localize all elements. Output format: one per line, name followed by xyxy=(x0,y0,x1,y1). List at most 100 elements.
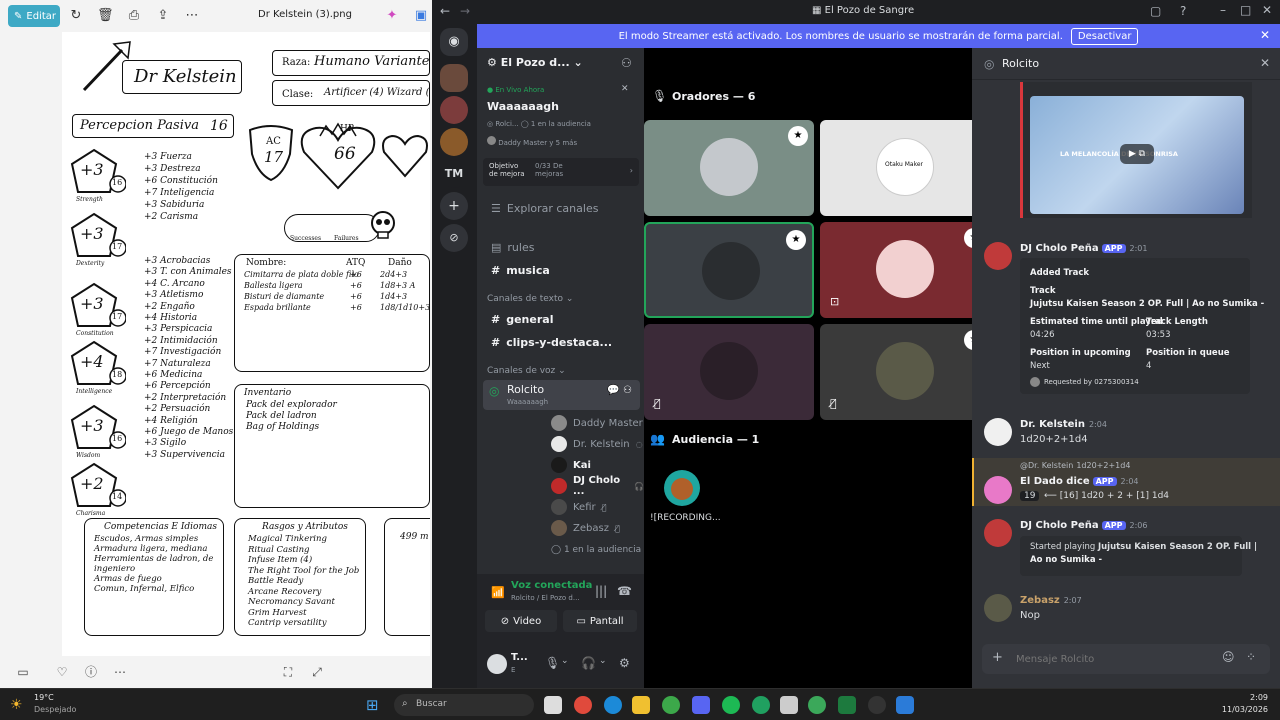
message-author[interactable]: DJ Cholo Peña APP 2:01 xyxy=(1020,243,1147,254)
boost-goal[interactable]: Objetivo de mejora 0/33 De mejoras › xyxy=(483,158,639,186)
speaker-tile[interactable]: ★ xyxy=(644,120,814,216)
speaker-tile[interactable]: ★ 🎙̸ xyxy=(820,324,990,420)
apps-icon[interactable]: ⁘ xyxy=(1246,650,1256,664)
disable-streamer-button[interactable]: Desactivar xyxy=(1070,27,1139,45)
add-server-icon[interactable]: + xyxy=(440,192,468,220)
server-tm[interactable]: TM xyxy=(440,160,468,188)
noise-suppression-icon[interactable]: ||| xyxy=(595,584,607,598)
excel-icon[interactable] xyxy=(838,696,856,714)
share-icon[interactable]: ⇪ xyxy=(155,8,171,24)
close-window-icon[interactable]: ✕ xyxy=(1262,3,1272,17)
notepad-icon[interactable] xyxy=(780,696,798,714)
microphone-icon[interactable]: 🎙 xyxy=(545,656,560,670)
invite-people-icon[interactable]: ⚇ xyxy=(621,56,632,70)
clock-date[interactable]: 11/03/2026 xyxy=(1216,705,1268,714)
minimize-icon[interactable]: – xyxy=(1220,3,1226,17)
voice-user[interactable]: Daddy Master xyxy=(551,413,643,433)
photos-icon[interactable] xyxy=(896,696,914,714)
user-avatar[interactable] xyxy=(984,594,1012,622)
speaker-tile[interactable]: 🎙̸ xyxy=(644,324,814,420)
more-options-icon[interactable]: ⋯ xyxy=(112,664,128,680)
clock-time[interactable]: 2:09 xyxy=(1220,693,1268,702)
app-icon-green-3[interactable] xyxy=(808,696,826,714)
voice-category[interactable]: Canales de voz ⌄ xyxy=(487,366,566,376)
text-category[interactable]: Canales de texto ⌄ xyxy=(487,294,573,304)
server-el-pozo[interactable] xyxy=(440,64,468,92)
video-button[interactable]: ⊘ Video xyxy=(485,610,557,632)
channel-clips[interactable]: # clips-y-destaca... xyxy=(483,331,640,353)
message-author[interactable]: El Dado dice APP 2:04 xyxy=(1020,476,1139,487)
audience-avatar[interactable] xyxy=(664,470,700,506)
message-author[interactable]: Dr. Kelstein 2:04 xyxy=(1020,419,1107,430)
server-icon-3[interactable] xyxy=(440,128,468,156)
help-icon[interactable]: ? xyxy=(1180,4,1186,18)
close-banner-icon[interactable]: ✕ xyxy=(1260,28,1270,42)
copilot-icon[interactable]: ✦ xyxy=(384,8,400,24)
forward-arrow-icon[interactable]: → xyxy=(460,4,470,18)
discord-taskbar-icon[interactable] xyxy=(692,696,710,714)
delete-icon[interactable]: 🗑 xyxy=(97,8,114,24)
add-member-icon[interactable]: ⚇ xyxy=(623,385,632,396)
close-chat-icon[interactable]: ✕ xyxy=(1260,56,1270,70)
rotate-icon[interactable]: ↻ xyxy=(68,8,84,24)
disconnect-icon[interactable]: ☎ xyxy=(617,584,632,598)
channel-rules[interactable]: ▤ rules xyxy=(483,236,640,258)
filmstrip-icon[interactable]: ▭ xyxy=(15,664,31,680)
back-arrow-icon[interactable]: ← xyxy=(440,4,450,18)
screen-share-button[interactable]: ▭ Pantall xyxy=(563,610,637,632)
message-input[interactable] xyxy=(1016,650,1206,668)
headphones-icon[interactable]: 🎧 xyxy=(581,656,596,670)
voice-user[interactable]: Kai xyxy=(551,455,591,475)
chrome-icon[interactable] xyxy=(574,696,592,714)
message-author[interactable]: Zebasz 2:07 xyxy=(1020,595,1082,606)
obs-icon[interactable] xyxy=(868,696,886,714)
favorite-icon[interactable]: ♡ xyxy=(54,664,70,680)
explore-icon[interactable]: ⊘ xyxy=(440,224,468,252)
channel-musica[interactable]: # musica xyxy=(483,259,640,281)
settings-icon[interactable]: ⚙ xyxy=(619,656,630,670)
play-icon[interactable]: ▶ ⧉ xyxy=(1120,144,1154,164)
edit-button[interactable]: ✎ Editar xyxy=(8,5,60,27)
start-icon[interactable]: ⊞ xyxy=(366,696,379,714)
maximize-icon[interactable]: □ xyxy=(1240,3,1251,17)
server-header[interactable]: ⚙ El Pozo d... ⌄ xyxy=(487,56,583,69)
bot-avatar[interactable] xyxy=(984,242,1012,270)
channel-general[interactable]: # general xyxy=(483,308,640,330)
voice-user[interactable]: Dr. Kelstein ◌ xyxy=(551,434,643,454)
add-attachment-icon[interactable]: + xyxy=(992,650,1003,665)
bot-avatar[interactable] xyxy=(984,476,1012,504)
inbox-icon[interactable]: ▢ xyxy=(1150,4,1161,18)
user-avatar[interactable] xyxy=(984,418,1012,446)
fullscreen-icon[interactable]: ⤢ xyxy=(309,664,325,680)
discord-home-icon[interactable]: ◉ xyxy=(440,28,468,56)
voice-user[interactable]: DJ Cholo ... 🎧 xyxy=(551,475,644,497)
emoji-icon[interactable]: ☺ xyxy=(1222,650,1235,664)
live-title[interactable]: Waaaaaagh xyxy=(487,100,559,113)
voice-user[interactable]: Zebasz 🎙̸ xyxy=(551,518,620,538)
video-thumbnail[interactable]: LA MELANCOLÍA DE TU SONRISA ▶ ⧉ xyxy=(1030,96,1244,214)
close-live-icon[interactable]: ✕ xyxy=(621,84,629,94)
server-icon-2[interactable] xyxy=(440,96,468,124)
more-icon[interactable]: ⋯ xyxy=(184,8,200,24)
message-author[interactable]: DJ Cholo Peña APP 2:06 xyxy=(1020,520,1147,531)
info-icon[interactable]: ⓘ xyxy=(83,664,99,680)
spotify-icon[interactable] xyxy=(722,696,740,714)
chat-bubble-icon[interactable]: 💬 xyxy=(607,385,619,396)
speaker-tile[interactable]: Otaku Maker xyxy=(820,120,990,216)
edit-image-icon[interactable]: ▣ xyxy=(413,8,429,24)
taskbar-search[interactable]: ⌕ Buscar xyxy=(394,694,534,716)
file-explorer-icon[interactable] xyxy=(632,696,650,714)
user-avatar[interactable] xyxy=(487,654,507,674)
weather-icon[interactable]: ☀ xyxy=(10,697,23,713)
bot-avatar[interactable] xyxy=(984,519,1012,547)
print-icon[interactable]: ⎙ xyxy=(126,8,142,24)
app-icon-green-2[interactable] xyxy=(752,696,770,714)
voice-user[interactable]: Kefir 🎙̸ xyxy=(551,497,606,517)
voice-connected-label[interactable]: Voz conectada xyxy=(511,580,592,591)
mic-chevron-icon[interactable]: ⌄ xyxy=(561,656,569,666)
edge-icon[interactable] xyxy=(604,696,622,714)
headphones-chevron-icon[interactable]: ⌄ xyxy=(599,656,607,666)
task-view-icon[interactable] xyxy=(544,696,562,714)
fit-icon[interactable]: ⛶ xyxy=(280,664,296,680)
speaker-tile[interactable]: ★ ⊡ xyxy=(820,222,990,318)
